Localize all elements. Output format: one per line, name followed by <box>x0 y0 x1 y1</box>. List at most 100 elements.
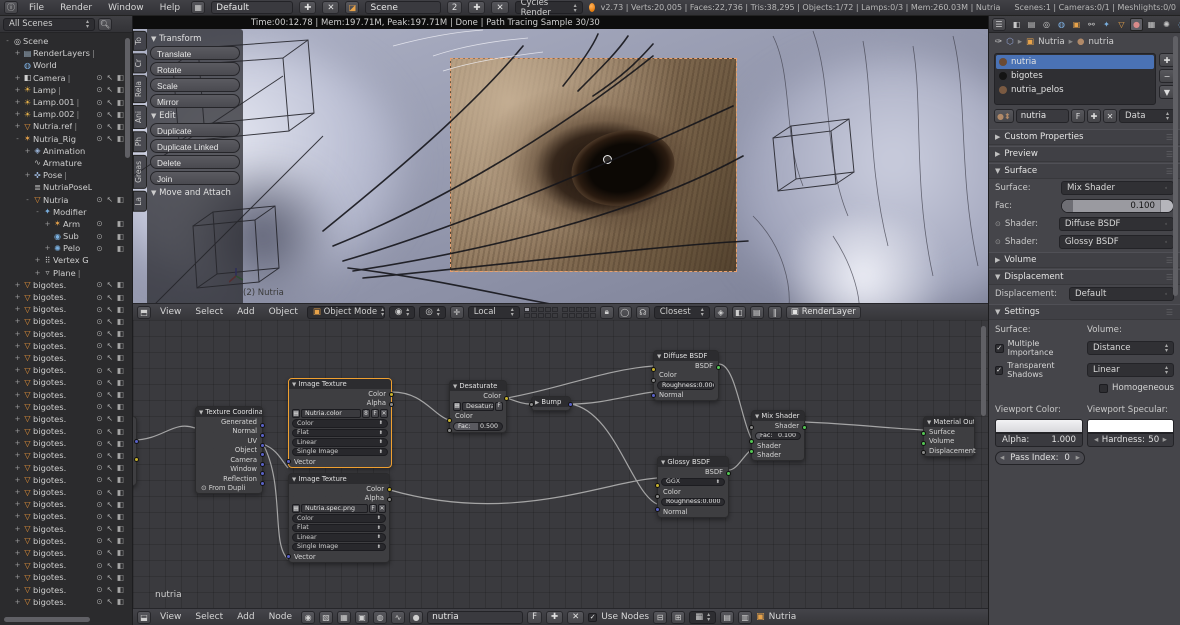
editor-type-icon[interactable]: ⓘ <box>4 1 18 14</box>
delete-scene-button[interactable]: ✕ <box>491 1 508 14</box>
expand-toggle-icon[interactable]: + <box>13 500 22 508</box>
outliner-row[interactable]: + ✶ Arm ⊙ ↖ ◧ <box>0 218 126 230</box>
render-engine-dropdown[interactable]: Cycles Render▴▾ <box>515 1 583 14</box>
visibility-eye-icon[interactable]: ⊙ <box>96 414 102 423</box>
renderability-camera-icon[interactable]: ◧ <box>117 232 124 241</box>
outliner-row[interactable]: + ▽ bigotes. ⊙ ↖ ◧ <box>0 352 126 364</box>
outliner-item-label[interactable]: Nutria <box>43 195 69 205</box>
visibility-eye-icon[interactable]: ⊙ <box>96 122 102 131</box>
ne-menu-node[interactable]: Node <box>264 612 298 622</box>
manipulator-icon[interactable]: ✛ <box>450 306 464 319</box>
render-1-icon[interactable]: ▤ <box>720 611 734 624</box>
tab-material-icon[interactable]: ● <box>1130 18 1143 31</box>
outliner-item-label[interactable]: Lamp.001 <box>33 97 75 107</box>
image-texture-option-dropdown[interactable]: Flat⬍ <box>292 429 388 438</box>
tab-texture-icon[interactable]: ▦ <box>1145 18 1158 31</box>
material-slot[interactable]: bigotes <box>996 69 1154 83</box>
unlink-material-button[interactable]: ✕ <box>1103 109 1117 123</box>
outliner-item-label[interactable]: bigotes. <box>33 487 66 497</box>
outliner-row[interactable]: + ▽ bigotes. ⊙ ↖ ◧ <box>0 328 126 340</box>
scene-icon[interactable]: ◪ <box>345 1 359 14</box>
node-canvas[interactable]: ▼ Texture Coordinate GeneratedNormalUVOb… <box>133 320 988 608</box>
renderability-camera-icon[interactable]: ◧ <box>117 463 124 472</box>
outliner-row[interactable]: + ◈ Animation ⊙ ↖ ◧ <box>0 145 126 157</box>
snap-peel-icon[interactable]: ◈ <box>714 306 728 319</box>
edit-tool-button[interactable]: Duplicate Linked <box>150 139 240 153</box>
transform-tool-button[interactable]: Rotate <box>150 62 240 76</box>
selectability-cursor-icon[interactable]: ↖ <box>107 98 113 107</box>
node-glossy-bsdf[interactable]: ▼ Glossy BSDF BSDF GGX⬍ Color Roughness:… <box>657 456 729 518</box>
normal-input[interactable]: Normal <box>654 391 718 401</box>
outliner-item-label[interactable]: bigotes. <box>33 390 66 400</box>
image-browse-icon[interactable]: ▦ <box>292 504 300 513</box>
unlink-image-button[interactable]: ✕ <box>378 504 386 513</box>
expand-toggle-icon[interactable]: - <box>23 196 32 204</box>
visibility-eye-icon[interactable]: ⊙ <box>96 341 102 350</box>
node-partial-offscreen[interactable] <box>133 416 137 486</box>
outliner-row[interactable]: + ▽ bigotes. ⊙ ↖ ◧ <box>0 596 126 608</box>
outliner-item-label[interactable]: Nutria_Rig <box>33 134 76 144</box>
outliner-row[interactable]: + ▽ bigotes. ⊙ ↖ ◧ <box>0 535 126 547</box>
snap-element-dropdown[interactable]: Closest▴▾ <box>654 306 710 319</box>
node-diffuse-bsdf[interactable]: ▼ Diffuse BSDF BSDF Color Roughness:0.00… <box>653 350 719 401</box>
visibility-eye-icon[interactable]: ⊙ <box>96 488 102 497</box>
selectability-cursor-icon[interactable]: ↖ <box>107 317 113 326</box>
pass-index-field[interactable]: ◂Pass Index: 0▸ <box>995 451 1085 465</box>
homogeneous-checkbox[interactable]: ✓Homogeneous <box>1099 383 1174 393</box>
outliner-item-label[interactable]: bigotes. <box>33 536 66 546</box>
tool-shelf-tab[interactable]: La <box>133 191 147 212</box>
screen-layout-icon[interactable]: ▦ <box>191 1 205 14</box>
object-shader-icon[interactable]: ▣ <box>355 611 369 624</box>
parent-node-icon[interactable]: ⊟ <box>653 611 667 624</box>
material-sphere-icon[interactable]: ● <box>409 611 423 624</box>
expand-toggle-icon[interactable]: + <box>13 98 22 106</box>
breadcrumb-material[interactable]: nutria <box>1088 37 1113 47</box>
browse-material-icon[interactable]: ●⬍ <box>994 109 1014 123</box>
node-image-texture-1[interactable]: ▼ Image Texture Color Alpha ▦ Nutria.col… <box>288 378 392 468</box>
visibility-eye-icon[interactable]: ⊙ <box>96 195 102 204</box>
outliner-item-label[interactable]: bigotes. <box>33 524 66 534</box>
visibility-eye-icon[interactable]: ⊙ <box>96 232 102 241</box>
expand-toggle-icon[interactable]: + <box>13 342 22 350</box>
node-desaturate-group[interactable]: ▼ Desaturate Color ▦ Desaturate F Color … <box>449 380 507 433</box>
volume-interpolation-dropdown[interactable]: Linear▴▾ <box>1087 363 1174 377</box>
expand-toggle-icon[interactable]: + <box>13 110 22 118</box>
material-output-input[interactable]: Displacement <box>924 446 974 456</box>
expand-toggle-icon[interactable]: + <box>13 476 22 484</box>
delete-layout-button[interactable]: ✕ <box>322 1 339 14</box>
renderability-camera-icon[interactable]: ◧ <box>117 536 124 545</box>
image-texture-option-dropdown[interactable]: Single Image⬍ <box>292 543 386 552</box>
menu-help[interactable]: Help <box>155 3 186 13</box>
image-texture-option-dropdown[interactable]: Single Image⬍ <box>292 448 388 457</box>
ne-menu-add[interactable]: Add <box>232 612 259 622</box>
outliner-row[interactable]: + ✺ Pelo ⊙ ↖ ◧ <box>0 242 126 254</box>
visibility-eye-icon[interactable]: ⊙ <box>96 561 102 570</box>
renderability-camera-icon[interactable]: ◧ <box>117 561 124 570</box>
outliner-row[interactable]: + ▽ bigotes. ⊙ ↖ ◧ <box>0 315 126 327</box>
outliner-item-label[interactable]: bigotes. <box>33 353 66 363</box>
renderability-camera-icon[interactable]: ◧ <box>117 585 124 594</box>
expand-toggle-icon[interactable]: - <box>3 37 12 45</box>
outliner-item-label[interactable]: Lamp <box>33 85 56 95</box>
shader1-dropdown[interactable]: Diffuse BSDF◦ <box>1059 217 1174 231</box>
vp-menu-object[interactable]: Object <box>264 307 303 317</box>
visibility-eye-icon[interactable]: ⊙ <box>96 512 102 521</box>
renderability-camera-icon[interactable]: ◧ <box>117 451 124 460</box>
bsdf-output[interactable]: BSDF <box>654 361 718 371</box>
expand-toggle-icon[interactable]: + <box>13 86 22 94</box>
outliner-search-icon[interactable]: 🔍︎ <box>98 18 112 31</box>
edit-panel-header[interactable]: ▼ Edit <box>151 111 240 121</box>
transform-tool-button[interactable]: Translate <box>150 46 240 60</box>
renderability-camera-icon[interactable]: ◧ <box>117 378 124 387</box>
selectability-cursor-icon[interactable]: ↖ <box>107 390 113 399</box>
expand-toggle-icon[interactable]: + <box>43 220 52 228</box>
tab-physics-icon[interactable]: ◌ <box>1175 18 1180 31</box>
outliner-item-label[interactable]: NutriaPoseL <box>43 182 92 192</box>
hardness-field[interactable]: ◂Hardness: 50▸ <box>1087 433 1174 447</box>
image-name-field[interactable]: Nutria.spec.png <box>301 504 368 513</box>
renderability-camera-icon[interactable]: ◧ <box>117 366 124 375</box>
selectability-cursor-icon[interactable]: ↖ <box>107 573 113 582</box>
selectability-cursor-icon[interactable]: ↖ <box>107 280 113 289</box>
outliner-row[interactable]: + ▽ bigotes. ⊙ ↖ ◧ <box>0 523 126 535</box>
selectability-cursor-icon[interactable]: ↖ <box>107 329 113 338</box>
